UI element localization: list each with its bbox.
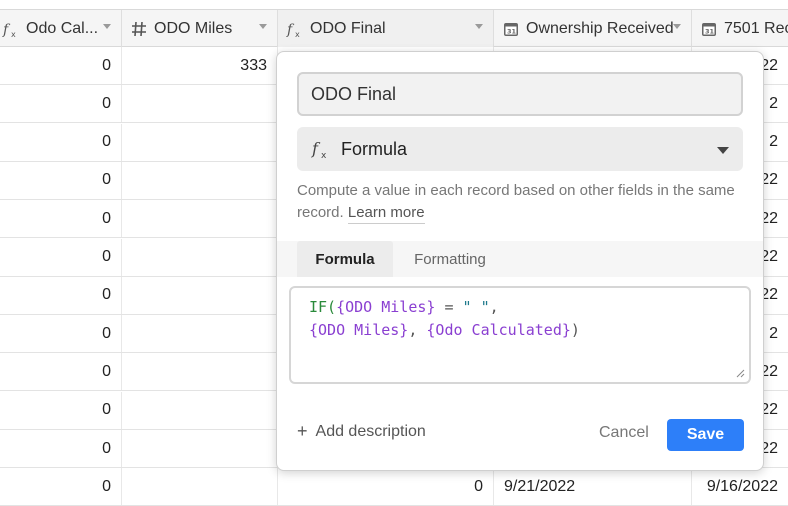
table-cell-odo-cal[interactable]: 0 [0,238,122,276]
formula-comma: , [489,298,499,316]
column-header-7501-rec[interactable]: 31 7501 Rec [692,10,788,47]
chevron-down-icon[interactable] [259,24,267,29]
save-button[interactable]: Save [667,419,744,451]
column-header-label: Odo Cal... [26,19,99,37]
field-type-select[interactable]: fx Formula [297,127,743,171]
table-row[interactable]: 0 0 9/21/2022 9/16/2022 [0,468,788,506]
column-header-label: 7501 Rec [724,19,788,37]
formula-field-ref: {ODO Miles} [336,298,436,316]
field-name-input[interactable]: ODO Final [297,72,743,116]
table-cell-odo-cal[interactable]: 0 [0,200,122,238]
resize-handle-icon[interactable] [736,369,745,378]
table-cell-odo-cal[interactable]: 0 [0,391,122,429]
formula-string: " " [462,298,490,316]
table-cell-odo-cal[interactable]: 0 [0,161,122,199]
formula-field-ref: {ODO Miles} [309,321,409,339]
svg-text:f: f [311,139,321,158]
column-header-ownership-received[interactable]: 31 Ownership Received [494,10,692,47]
chevron-down-icon[interactable] [103,24,111,29]
column-header-odo-miles[interactable]: ODO Miles [122,10,278,47]
table-cell-odo-miles[interactable] [122,391,278,429]
svg-text:31: 31 [507,27,517,35]
table-cell-odo-cal[interactable]: 0 [0,430,122,467]
svg-text:f: f [2,22,11,38]
chevron-down-icon[interactable] [673,24,681,29]
table-cell-odo-miles[interactable] [122,315,278,353]
field-editor-popup: ODO Final fx Formula Compute a value in … [276,51,764,471]
table-cell-odo-cal[interactable]: 0 [0,85,122,123]
add-description-label: Add description [315,422,426,440]
tab-formula[interactable]: Formula [297,241,393,277]
cancel-button[interactable]: Cancel [599,424,649,442]
svg-text:x: x [11,30,16,38]
calendar-icon: 31 [502,20,520,38]
formula-close-paren: ) [570,321,580,339]
table-cell-odo-miles[interactable] [122,276,278,314]
field-type-label: Formula [341,138,408,159]
add-description-button[interactable]: + Add description [297,421,426,442]
chevron-down-icon[interactable] [475,24,483,29]
table-cell-odo-miles[interactable] [122,85,278,123]
formula-field-ref: {Odo Calculated} [426,321,571,339]
column-header-label: Ownership Received [526,19,674,37]
column-header-odo-cal[interactable]: fx Odo Cal... [0,10,122,47]
chevron-down-icon [717,147,729,154]
table-cell-odo-miles[interactable] [122,353,278,391]
calendar-icon: 31 [700,20,718,38]
table-cell-odo-cal[interactable]: 0 [0,123,122,161]
formula-function: IF( [309,298,337,316]
formula-icon: fx [2,20,20,38]
table-cell-odo-miles[interactable]: 333 [122,47,278,84]
table-cell-odo-miles[interactable] [122,161,278,199]
column-header-label: ODO Final [310,19,386,37]
plus-icon: + [297,421,308,441]
svg-text:31: 31 [705,27,715,35]
table-cell-odo-cal[interactable]: 0 [0,315,122,353]
table-cell-odo-cal[interactable]: 0 [0,276,122,314]
formula-comma: , [408,321,427,339]
formula-icon: fx [311,139,331,159]
formula-icon: fx [286,20,304,38]
column-header-label: ODO Miles [154,19,233,37]
svg-text:f: f [286,22,295,38]
column-header-odo-final[interactable]: fx ODO Final [278,10,494,47]
svg-text:x: x [321,151,327,159]
table-cell-odo-cal[interactable]: 0 [0,47,122,84]
formula-line-1: IF({ODO Miles} = " ", [309,296,731,319]
svg-text:x: x [295,30,300,38]
formula-editor[interactable]: IF({ODO Miles} = " ", {ODO Miles}, {Odo … [289,286,751,384]
number-icon [130,20,148,38]
table-cell-odo-cal[interactable]: 0 [0,353,122,391]
grid-header-row: fx Odo Cal... ODO Miles fx ODO Final 31 … [0,9,788,47]
formula-operator: = [435,298,463,316]
field-type-description: Compute a value in each record based on … [297,180,737,224]
formula-line-2: {ODO Miles}, {Odo Calculated}) [309,319,731,342]
table-cell-odo-miles[interactable] [122,123,278,161]
table-cell-odo-miles[interactable] [122,238,278,276]
tab-formatting[interactable]: Formatting [397,241,503,277]
table-cell-odo-miles[interactable] [122,430,278,467]
table-cell-odo-miles[interactable] [122,200,278,238]
learn-more-link[interactable]: Learn more [347,204,425,224]
